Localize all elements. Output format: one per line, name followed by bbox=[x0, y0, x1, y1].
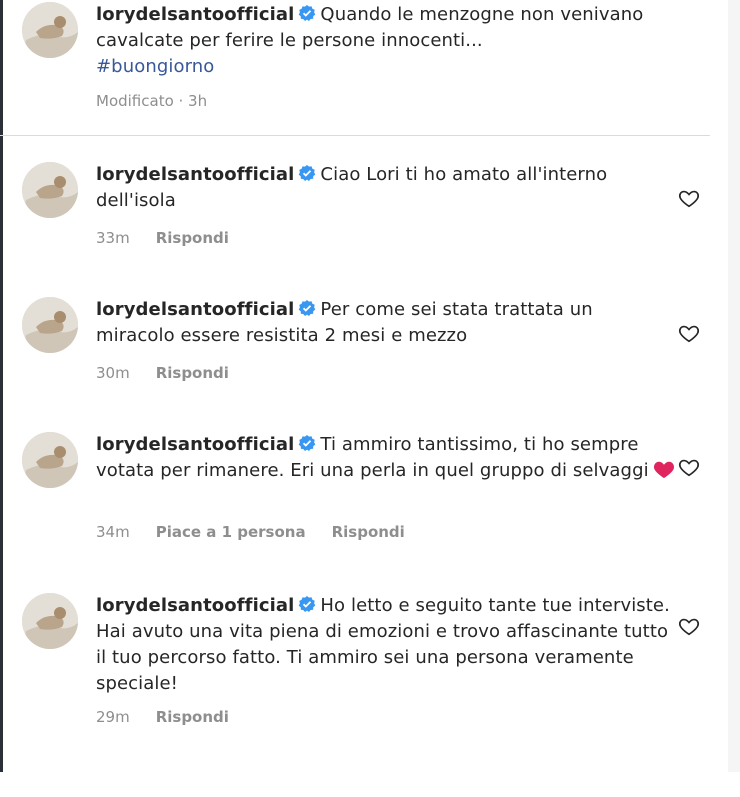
reply-button[interactable]: Rispondi bbox=[156, 229, 229, 247]
likes-count-link[interactable]: Piace a 1 persona bbox=[156, 523, 306, 541]
verified-badge-icon bbox=[298, 595, 316, 613]
caption-edited-time: Modificato · 3h bbox=[96, 92, 208, 110]
reply-button[interactable]: Rispondi bbox=[156, 708, 229, 726]
caption-text-block: lorydelsantoofficial Quando le menzogne n… bbox=[96, 2, 676, 80]
caption-divider bbox=[0, 135, 710, 136]
comment-meta: 34m Piace a 1 persona Rispondi bbox=[96, 523, 431, 541]
comment-time: 34m bbox=[96, 523, 130, 541]
avatar-image bbox=[22, 2, 78, 58]
avatar-image bbox=[22, 593, 78, 649]
reply-button[interactable]: Rispondi bbox=[332, 523, 405, 541]
verified-badge-icon bbox=[298, 4, 316, 22]
verified-badge-icon bbox=[298, 164, 316, 182]
comment-username[interactable]: lorydelsantoofficial bbox=[96, 164, 294, 185]
caption-meta: Modificato · 3h bbox=[96, 92, 233, 110]
comment-time: 33m bbox=[96, 229, 130, 247]
comment-meta: 30m Rispondi bbox=[96, 364, 255, 382]
frame-right-edge bbox=[728, 0, 740, 772]
verified-badge-icon bbox=[298, 434, 316, 452]
comment-text-block: lorydelsantoofficial Ciao Lori ti ho amat… bbox=[96, 162, 676, 214]
comment-time: 29m bbox=[96, 708, 130, 726]
heart-outline-icon[interactable] bbox=[678, 322, 700, 344]
comment-text-block: lorydelsantoofficial Per come sei stata t… bbox=[96, 297, 676, 349]
heart-outline-icon[interactable] bbox=[678, 615, 700, 637]
frame-left-edge bbox=[0, 0, 3, 772]
comment-username[interactable]: lorydelsantoofficial bbox=[96, 595, 294, 616]
avatar-image bbox=[22, 162, 78, 218]
comment-username[interactable]: lorydelsantoofficial bbox=[96, 299, 294, 320]
avatar[interactable] bbox=[22, 432, 78, 488]
avatar[interactable] bbox=[22, 297, 78, 353]
red-heart-emoji bbox=[653, 459, 675, 479]
comment-time: 30m bbox=[96, 364, 130, 382]
heart-outline-icon[interactable] bbox=[678, 456, 700, 478]
comment-text-block: lorydelsantoofficial Ho letto e seguito t… bbox=[96, 593, 676, 697]
caption-username[interactable]: lorydelsantoofficial bbox=[96, 4, 294, 25]
avatar-image bbox=[22, 432, 78, 488]
frame-bottom-edge bbox=[0, 772, 740, 797]
comment-username[interactable]: lorydelsantoofficial bbox=[96, 434, 294, 455]
caption-hashtag[interactable]: #buongiorno bbox=[96, 56, 214, 77]
avatar[interactable] bbox=[22, 162, 78, 218]
comment-meta: 29m Rispondi bbox=[96, 708, 255, 726]
verified-badge-icon bbox=[298, 299, 316, 317]
avatar[interactable] bbox=[22, 593, 78, 649]
reply-button[interactable]: Rispondi bbox=[156, 364, 229, 382]
comment-meta: 33m Rispondi bbox=[96, 229, 255, 247]
avatar[interactable] bbox=[22, 2, 78, 58]
avatar-image bbox=[22, 297, 78, 353]
heart-outline-icon[interactable] bbox=[678, 187, 700, 209]
comment-text-block: lorydelsantoofficial Ti ammiro tantissimo… bbox=[96, 432, 676, 484]
